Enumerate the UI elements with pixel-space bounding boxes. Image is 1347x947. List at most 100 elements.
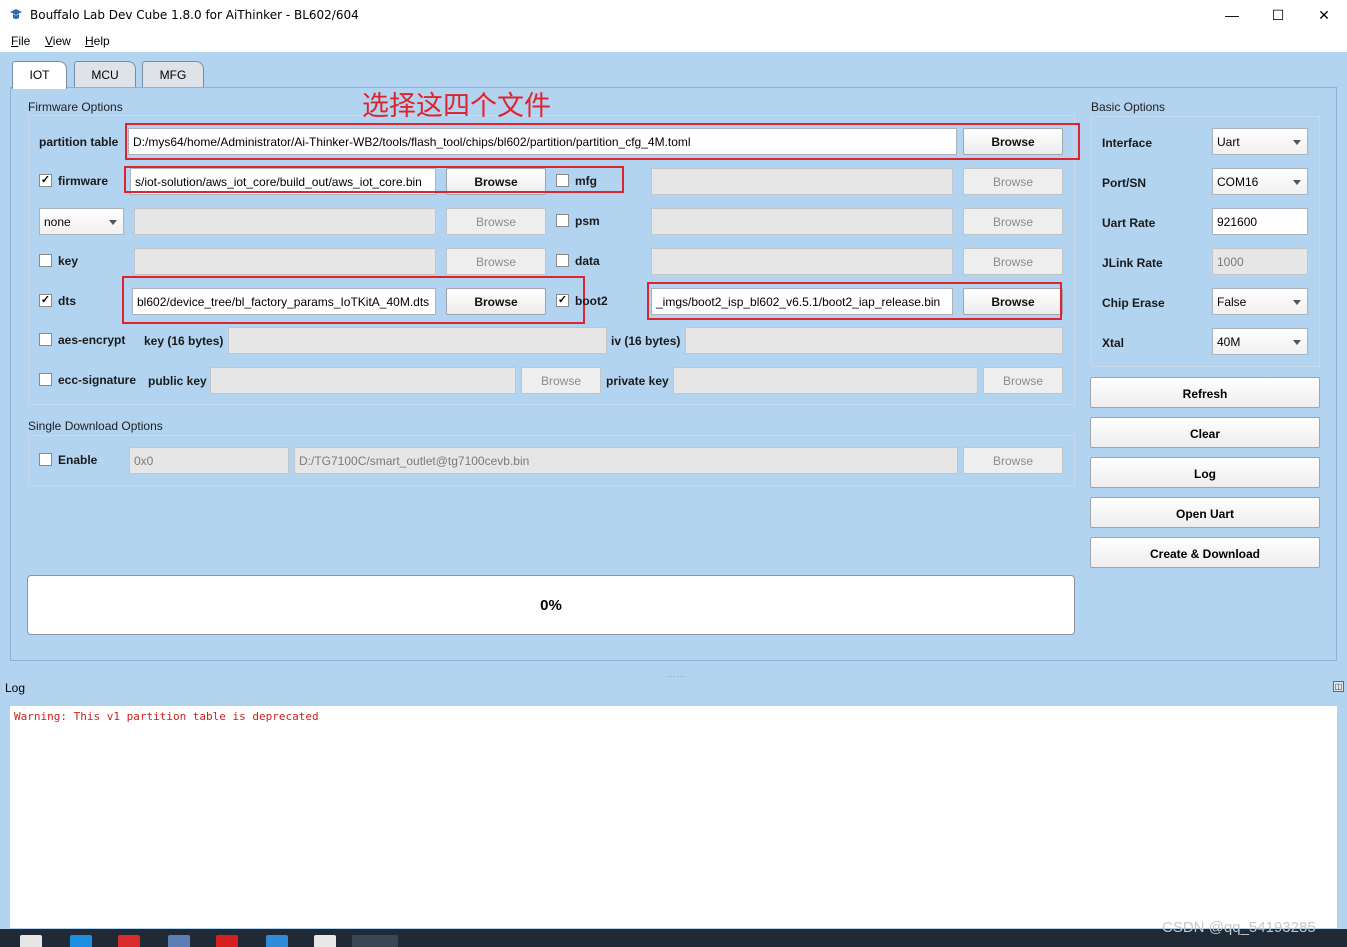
port-label: Port/SN [1102,176,1147,190]
menu-view[interactable]: View [45,34,71,48]
mfg-field[interactable] [651,168,953,195]
port-value: COM16 [1217,175,1259,189]
image-type-field[interactable] [134,208,436,235]
address-field[interactable]: 0x0 [129,447,289,474]
taskbar-app-icon[interactable] [118,935,140,947]
maximize-icon: ☐ [1271,6,1285,23]
jlink-rate-field[interactable]: 1000 [1212,248,1308,275]
uart-rate-field[interactable]: 921600 [1212,208,1308,235]
menu-view-mnemonic: V [45,34,53,48]
tab-mcu[interactable]: MCU [74,61,136,88]
mfg-browse-button[interactable]: Browse [963,168,1063,195]
float-window-icon[interactable]: ◫ [1333,681,1344,692]
port-select[interactable]: COM16 [1212,168,1308,195]
taskbar-app-icon[interactable] [352,935,398,947]
firmware-checkbox[interactable]: ✓ [39,174,52,187]
interface-select[interactable]: Uart [1212,128,1308,155]
interface-value: Uart [1217,135,1240,149]
key-label: key [58,254,79,268]
menu-file[interactable]: File [11,34,30,48]
xtal-select[interactable]: 40M [1212,328,1308,355]
highlight-dts [122,276,585,324]
chip-erase-select[interactable]: False [1212,288,1308,315]
taskbar-app-icon[interactable] [314,935,336,947]
key-checkbox[interactable] [39,254,52,267]
chevron-down-icon [1293,140,1301,145]
aes-encrypt-checkbox[interactable] [39,333,52,346]
highlight-partition-table [125,123,1080,160]
taskbar-app-icon[interactable] [266,935,288,947]
chevron-down-icon [1293,180,1301,185]
taskbar-app-icon[interactable] [216,935,238,947]
partition-table-label: partition table [39,135,119,149]
taskbar-app-icon[interactable] [168,935,190,947]
psm-field[interactable] [651,208,953,235]
key-field[interactable] [134,248,436,275]
interface-label: Interface [1102,136,1153,150]
taskbar [0,929,1347,947]
watermark-text: CSDN @qq_54193285 [1162,919,1316,936]
firmware-options-title: Firmware Options [28,100,123,114]
data-label: data [575,254,600,268]
image-type-select[interactable]: none [39,208,124,235]
tab-mfg[interactable]: MFG [142,61,204,88]
check-icon: ✓ [40,294,51,306]
taskbar-app-icon[interactable] [20,935,42,947]
log-panel-title: Log [5,681,26,695]
title-bar[interactable]: Bouffalo Lab Dev Cube 1.8.0 for AiThinke… [0,0,1347,30]
key-browse-button[interactable]: Browse [446,248,546,275]
data-field[interactable] [651,248,953,275]
minimize-button[interactable]: — [1209,0,1255,30]
boot2-label: boot2 [575,294,608,308]
chevron-down-icon [1293,340,1301,345]
single-file-field[interactable]: D:/TG7100C/smart_outlet@tg7100cevb.bin [294,447,958,474]
close-icon: ✕ [1318,6,1330,23]
psm-checkbox[interactable] [556,214,569,227]
annotation-text: 选择这四个文件 [362,91,551,122]
psm-browse-button[interactable]: Browse [963,208,1063,235]
dts-checkbox[interactable]: ✓ [39,294,52,307]
tab-iot[interactable]: IOT [12,61,67,89]
highlight-boot2 [647,282,1062,320]
highlight-firmware [124,166,624,193]
progress-bar: 0% [27,575,1075,635]
create-download-button[interactable]: Create & Download [1090,537,1320,568]
data-checkbox[interactable] [556,254,569,267]
enable-checkbox[interactable] [39,453,52,466]
progress-text: 0% [540,597,562,614]
refresh-button[interactable]: Refresh [1090,377,1320,408]
private-key-label: private key [606,374,669,388]
log-button[interactable]: Log [1090,457,1320,488]
public-key-label: public key [148,374,207,388]
splitter-handle[interactable]: ...... [666,669,687,679]
maximize-button[interactable]: ☐ [1255,0,1301,30]
private-key-browse-button[interactable]: Browse [983,367,1063,394]
chevron-down-icon [1293,300,1301,305]
menu-file-label: ile [18,34,31,48]
data-browse-button[interactable]: Browse [963,248,1063,275]
aes-iv-field[interactable] [685,327,1063,354]
taskbar-app-icon[interactable] [70,935,92,947]
log-text-area[interactable]: Warning: This v1 partition table is depr… [10,706,1337,928]
menu-help[interactable]: Help [85,34,110,48]
menu-bar: File View Help [0,30,1347,52]
chip-erase-label: Chip Erase [1102,296,1165,310]
clear-button[interactable]: Clear [1090,417,1320,448]
public-key-field[interactable] [210,367,516,394]
single-browse-button[interactable]: Browse [963,447,1063,474]
public-key-browse-button[interactable]: Browse [521,367,601,394]
open-uart-button[interactable]: Open Uart [1090,497,1320,528]
xtal-label: Xtal [1102,336,1125,350]
aes-key-field[interactable] [228,327,607,354]
chevron-down-icon [109,220,117,225]
ecc-signature-label: ecc-signature [58,373,137,387]
app-icon [10,9,22,19]
private-key-field[interactable] [673,367,978,394]
image-type-browse-button[interactable]: Browse [446,208,546,235]
ecc-signature-checkbox[interactable] [39,373,52,386]
boot2-checkbox[interactable]: ✓ [556,294,569,307]
window-title: Bouffalo Lab Dev Cube 1.8.0 for AiThinke… [30,8,359,22]
close-button[interactable]: ✕ [1301,0,1347,30]
single-download-title: Single Download Options [28,419,163,433]
image-type-value: none [44,215,71,229]
